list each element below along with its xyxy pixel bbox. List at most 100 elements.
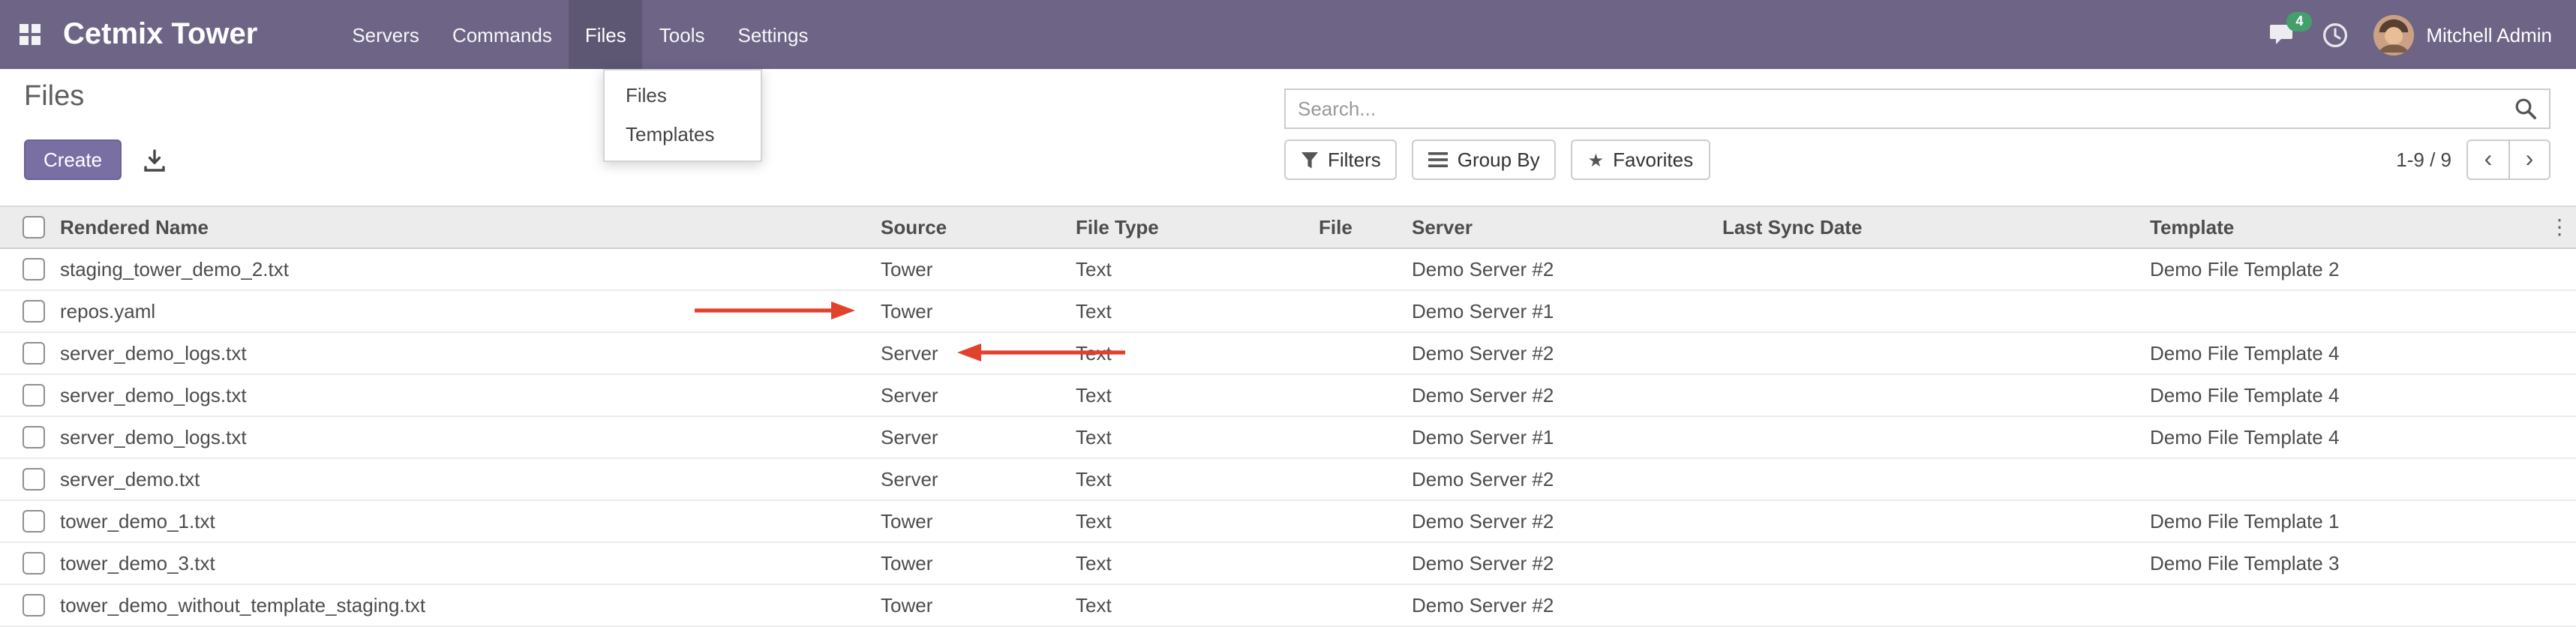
table-row[interactable]: tower_demo_without_template_staging.txt …	[0, 584, 2576, 626]
group-by-icon	[1429, 152, 1449, 168]
star-icon: ★	[1588, 149, 1605, 170]
cell-server: Demo Server #1	[1406, 290, 1716, 332]
menu-settings[interactable]: Settings	[722, 0, 825, 69]
user-menu[interactable]: Mitchell Admin	[2373, 14, 2552, 55]
col-header-rendered-name[interactable]: Rendered Name	[54, 206, 875, 248]
select-all-cell	[0, 206, 54, 248]
cell-rendered-name: tower_demo_1.txt	[54, 500, 875, 542]
table-row[interactable]: server_demo.txt Server Text Demo Server …	[0, 458, 2576, 500]
cell-file	[1313, 332, 1406, 374]
row-checkbox[interactable]	[23, 300, 45, 322]
clock-icon	[2322, 22, 2348, 47]
page-title: Files	[24, 81, 84, 114]
menu-servers[interactable]: Servers	[335, 0, 436, 69]
search-submit-button[interactable]	[2502, 98, 2549, 120]
row-checkbox[interactable]	[23, 426, 45, 448]
table-row[interactable]: tower_demo_1.txt Tower Text Demo Server …	[0, 500, 2576, 542]
cell-template: Demo File Template 4	[2144, 374, 2576, 416]
app-brand[interactable]: Cetmix Tower	[63, 17, 257, 52]
cell-last-sync-date	[1716, 332, 2144, 374]
col-header-template[interactable]: Template	[2144, 206, 2576, 248]
cell-template: Demo File Template 3	[2144, 542, 2576, 584]
cell-template	[2144, 458, 2576, 500]
col-header-last-sync-date[interactable]: Last Sync Date	[1716, 206, 2144, 248]
cell-template: Demo File Template 4	[2144, 416, 2576, 458]
table-row[interactable]: tower_demo_3.txt Tower Text Demo Server …	[0, 542, 2576, 584]
cell-server: Demo Server #2	[1406, 584, 1716, 626]
row-checkbox[interactable]	[23, 552, 45, 574]
chevron-left-icon: ‹	[2484, 146, 2493, 173]
col-header-file[interactable]: File	[1313, 206, 1406, 248]
cell-file-type: Text	[1070, 500, 1313, 542]
menu-tools[interactable]: Tools	[643, 0, 722, 69]
cell-server: Demo Server #2	[1406, 374, 1716, 416]
group-by-button[interactable]: Group By	[1413, 140, 1557, 180]
dropdown-item-files[interactable]: Files	[605, 76, 761, 116]
files-table: Rendered Name Source File Type File Serv…	[0, 206, 2576, 627]
cell-last-sync-date	[1716, 290, 2144, 332]
cell-server: Demo Server #2	[1406, 458, 1716, 500]
export-button[interactable]	[140, 145, 170, 175]
cell-source: Tower	[875, 542, 1070, 584]
col-header-source[interactable]: Source	[875, 206, 1070, 248]
row-select-cell	[0, 416, 54, 458]
row-checkbox[interactable]	[23, 258, 45, 280]
table-row[interactable]: server_demo_logs.txt Server Text Demo Se…	[0, 416, 2576, 458]
row-select-cell	[0, 332, 54, 374]
filters-button[interactable]: Filters	[1284, 140, 1398, 180]
filters-label: Filters	[1328, 148, 1381, 171]
col-header-file-type[interactable]: File Type	[1070, 206, 1313, 248]
favorites-button[interactable]: ★ Favorites	[1572, 140, 1710, 180]
cell-last-sync-date	[1716, 248, 2144, 290]
menu-files[interactable]: Files	[569, 0, 643, 69]
table-row[interactable]: repos.yaml Tower Text Demo Server #1	[0, 290, 2576, 332]
cell-template: Demo File Template 1	[2144, 500, 2576, 542]
group-by-label: Group By	[1458, 148, 1540, 171]
menu-commands[interactable]: Commands	[436, 0, 569, 69]
table-row[interactable]: staging_tower_demo_2.txt Tower Text Demo…	[0, 248, 2576, 290]
activities-button[interactable]	[2322, 22, 2348, 47]
cell-file	[1313, 416, 1406, 458]
messages-button[interactable]: 4	[2270, 22, 2297, 46]
cell-rendered-name: repos.yaml	[54, 290, 875, 332]
pager-buttons: ‹ ›	[2466, 140, 2550, 180]
cell-file	[1313, 584, 1406, 626]
pager-previous-button[interactable]: ‹	[2466, 140, 2508, 180]
create-button[interactable]: Create	[24, 140, 122, 180]
row-select-cell	[0, 542, 54, 584]
cell-rendered-name: staging_tower_demo_2.txt	[54, 248, 875, 290]
user-name: Mitchell Admin	[2426, 23, 2552, 46]
row-checkbox[interactable]	[23, 384, 45, 406]
cell-file-type: Text	[1070, 542, 1313, 584]
navbar-systray: 4 Mitchell Admin	[2270, 14, 2576, 55]
cell-file-type: Text	[1070, 458, 1313, 500]
table-row[interactable]: server_demo_logs.txt Server Text Demo Se…	[0, 332, 2576, 374]
cell-source: Server	[875, 416, 1070, 458]
apps-menu-button[interactable]	[0, 0, 60, 69]
table-row[interactable]: server_demo_logs.txt Server Text Demo Se…	[0, 374, 2576, 416]
chevron-right-icon: ›	[2526, 146, 2534, 173]
cell-file	[1313, 542, 1406, 584]
cell-rendered-name: tower_demo_3.txt	[54, 542, 875, 584]
cell-file-type: Text	[1070, 290, 1313, 332]
row-checkbox[interactable]	[23, 342, 45, 364]
row-select-cell	[0, 374, 54, 416]
files-dropdown-menu: Files Templates	[603, 69, 762, 162]
row-checkbox[interactable]	[23, 510, 45, 532]
row-checkbox[interactable]	[23, 468, 45, 490]
cell-server: Demo Server #2	[1406, 542, 1716, 584]
dropdown-item-templates[interactable]: Templates	[605, 116, 761, 154]
cell-source: Server	[875, 458, 1070, 500]
select-all-checkbox[interactable]	[23, 216, 45, 238]
pager-next-button[interactable]: ›	[2508, 140, 2550, 180]
optional-columns-button[interactable]: ⋮	[2549, 214, 2570, 238]
cell-file-type: Text	[1070, 248, 1313, 290]
row-select-cell	[0, 584, 54, 626]
row-checkbox[interactable]	[23, 594, 45, 616]
cell-template	[2144, 584, 2576, 626]
search-input[interactable]	[1286, 98, 2502, 120]
cell-file	[1313, 290, 1406, 332]
col-header-server[interactable]: Server	[1406, 206, 1716, 248]
user-avatar	[2373, 14, 2414, 55]
cell-last-sync-date	[1716, 584, 2144, 626]
